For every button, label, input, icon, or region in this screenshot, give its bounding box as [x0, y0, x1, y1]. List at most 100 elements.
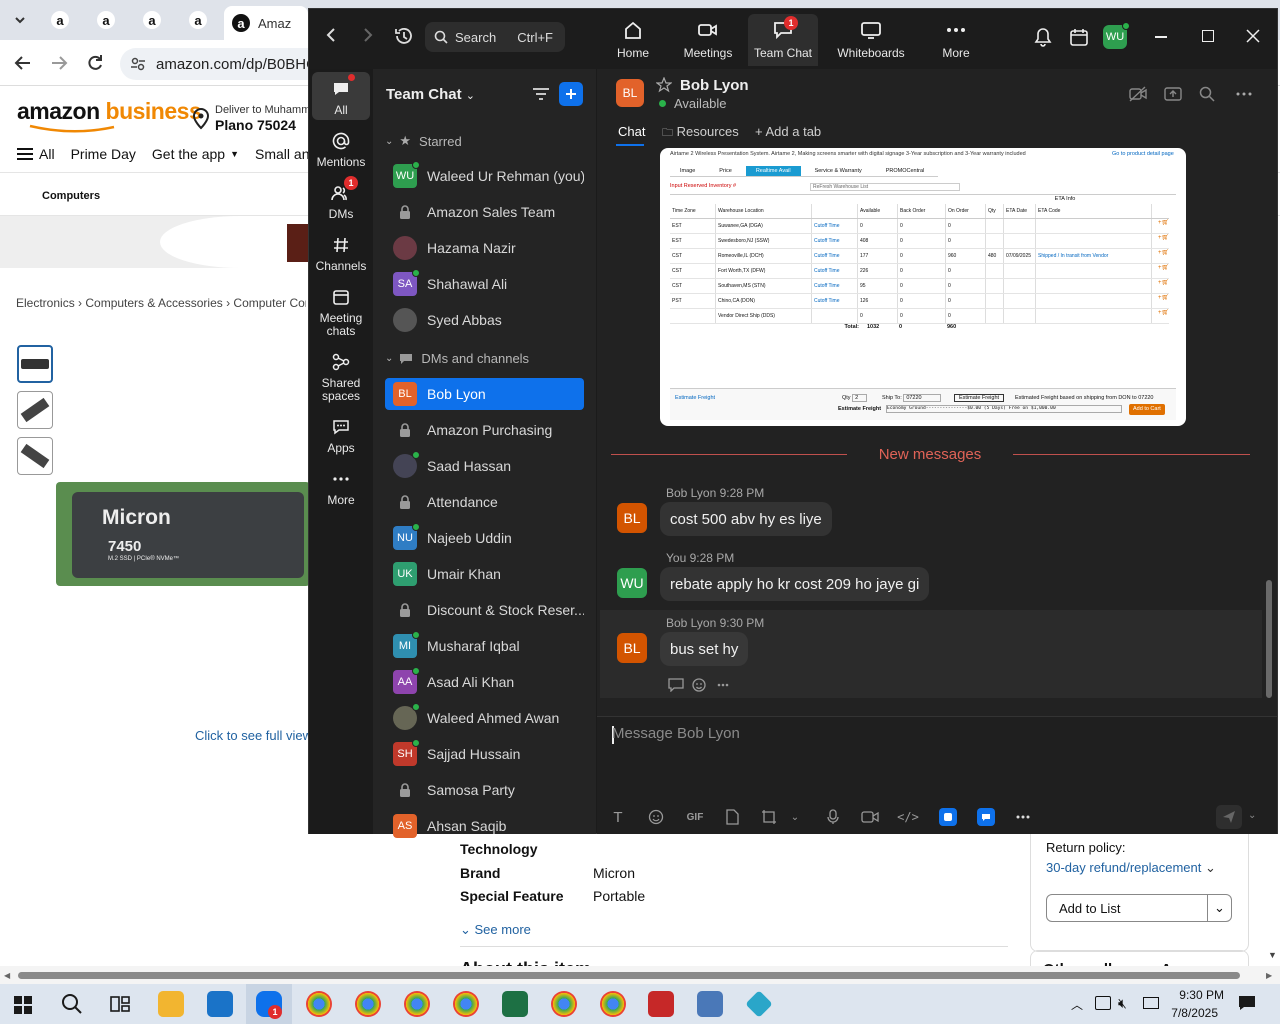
rail-shared-spaces[interactable]: Shared spaces [310, 351, 372, 403]
chat-list-item[interactable]: UK Umair Khan [385, 558, 584, 590]
close-icon[interactable] [1246, 29, 1260, 43]
message-input[interactable]: Message Bob Lyon [612, 725, 740, 742]
emoji-reaction-icon[interactable] [692, 677, 708, 693]
screenshot-icon[interactable] [760, 808, 778, 826]
add-to-list-button[interactable]: Add to List ⌄ [1046, 894, 1232, 922]
reload-icon[interactable] [86, 54, 104, 72]
user-avatar[interactable]: WU [1103, 22, 1130, 49]
tab-chat[interactable]: Chat [618, 124, 645, 139]
browser-tab[interactable]: a [180, 8, 216, 32]
more-icon[interactable] [1014, 808, 1032, 826]
chrome-icon[interactable] [355, 991, 381, 1017]
search-icon[interactable] [61, 993, 83, 1015]
chat-list-item[interactable]: Saad Hassan [385, 450, 584, 482]
gif-button[interactable]: GIF [684, 808, 706, 826]
maximize-icon[interactable] [1202, 30, 1214, 42]
nav-whiteboards[interactable]: Whiteboards [836, 14, 906, 66]
chrome-icon[interactable] [453, 991, 479, 1017]
microphone-icon[interactable] [824, 808, 842, 826]
message-bubble[interactable]: rebate apply ho kr cost 209 ho jaye gi [660, 567, 930, 601]
message-avatar[interactable]: WU [617, 568, 647, 598]
ad-banner[interactable] [0, 216, 320, 268]
nav-get-app[interactable]: Get the app [152, 146, 225, 162]
clock-time[interactable]: 9:30 PM [1160, 988, 1224, 1002]
shared-image[interactable]: Airtame 2 Wireless Presentation System. … [660, 148, 1186, 426]
speaker-muted-icon[interactable]: 🔇︎ [1118, 995, 1127, 1012]
chat-list-item[interactable]: NU Najeeb Uddin [385, 522, 584, 554]
chevron-down-icon[interactable]: ⌄ [786, 808, 804, 826]
chat-list-item[interactable]: BL Bob Lyon [385, 378, 584, 410]
chat-scrollbar[interactable] [1266, 580, 1272, 698]
app-icon[interactable] [977, 808, 995, 826]
filter-icon[interactable] [532, 87, 550, 101]
nav-home[interactable]: Home [608, 14, 658, 66]
chat-list-item[interactable]: AS Ahsan Saqib [385, 810, 584, 842]
browser-tab-active[interactable]: a Amaz [224, 6, 308, 40]
product-thumbnail[interactable] [17, 391, 53, 429]
network-icon[interactable] [1143, 997, 1159, 1009]
scroll-thumb[interactable] [18, 972, 1240, 979]
nav-prime-day[interactable]: Prime Day [71, 146, 136, 162]
chat-list-item[interactable]: Discount & Stock Reser... [385, 594, 584, 626]
chat-list-item[interactable]: WU Waleed Ur Rehman (you) [385, 160, 584, 192]
rail-meeting-chats[interactable]: Meeting chats [310, 286, 372, 338]
chat-list-item[interactable]: MI Musharaf Iqbal [385, 630, 584, 662]
emoji-icon[interactable] [647, 808, 665, 826]
tab-add[interactable]: + Add a tab [755, 124, 821, 139]
subnav-computers[interactable]: Computers [42, 190, 100, 202]
chat-list-item[interactable]: Amazon Sales Team [385, 196, 584, 228]
browser-tab[interactable]: a [134, 8, 170, 32]
chrome-icon[interactable] [404, 991, 430, 1017]
browser-tab[interactable]: a [42, 8, 78, 32]
text-format-icon[interactable]: T [609, 808, 627, 826]
nav-team-chat[interactable]: Team Chat 1 [748, 14, 818, 66]
crumb-computers[interactable]: Computers & Accessories [85, 296, 222, 310]
forward-icon[interactable] [361, 27, 375, 43]
deliver-location[interactable]: Plano 75024 [215, 117, 296, 133]
tab-list-button[interactable] [2, 8, 38, 32]
amazon-business-logo[interactable]: amazon business [17, 98, 202, 125]
back-icon[interactable] [14, 54, 32, 72]
windows-start-icon[interactable] [14, 996, 32, 1014]
scroll-right-arrow[interactable]: ▶ [1266, 971, 1272, 980]
site-info-icon[interactable] [130, 56, 146, 72]
message-bubble[interactable]: bus set hy [660, 632, 749, 666]
forward-icon[interactable] [50, 54, 68, 72]
rail-more[interactable]: More [310, 468, 372, 507]
horizontal-scrollbar[interactable]: ◀ ▶ [0, 966, 1280, 984]
action-center-icon[interactable] [1238, 995, 1256, 1011]
file-explorer-icon[interactable] [158, 991, 184, 1017]
nav-meetings[interactable]: Meetings [680, 14, 736, 66]
crumb-electronics[interactable]: Electronics [16, 296, 75, 310]
browser-tab[interactable]: a [88, 8, 124, 32]
chat-list-item[interactable]: Attendance [385, 486, 584, 518]
calculator-icon[interactable] [697, 991, 723, 1017]
share-screen-icon[interactable] [1164, 86, 1182, 102]
product-thumbnail[interactable] [17, 345, 53, 383]
excel-icon[interactable] [502, 991, 528, 1017]
contact-name[interactable]: Bob Lyon [680, 77, 749, 94]
reply-icon[interactable] [668, 678, 684, 692]
deliver-to-label[interactable]: Deliver to Muhammad [215, 104, 323, 116]
bell-icon[interactable] [1034, 27, 1052, 47]
crumb-components[interactable]: Computer Compon [233, 296, 306, 310]
chat-list-item[interactable]: AA Asad Ali Khan [385, 666, 584, 698]
starred-section-header[interactable]: ⌄ ★ Starred [385, 133, 462, 149]
chrome-icon[interactable] [600, 991, 626, 1017]
chat-list-item[interactable]: SH Sajjad Hussain [385, 738, 584, 770]
rail-channels[interactable]: Channels [310, 234, 372, 273]
message-bubble[interactable]: cost 500 abv hy es liye [660, 502, 832, 536]
outlook-icon[interactable] [207, 991, 233, 1017]
scroll-down-arrow[interactable]: ▼ [1268, 950, 1277, 960]
full-view-link[interactable]: Click to see full view [195, 728, 312, 743]
back-icon[interactable] [324, 27, 338, 43]
chat-list-item[interactable]: SA Shahawal Ali [385, 268, 584, 300]
search-input[interactable]: Search Ctrl+F [425, 22, 565, 52]
video-off-icon[interactable] [1129, 86, 1147, 102]
more-icon[interactable] [717, 683, 729, 687]
product-thumbnail[interactable] [17, 437, 53, 475]
hamburger-icon[interactable] [17, 147, 33, 161]
list-title[interactable]: Team Chat ⌄ [386, 86, 475, 103]
minimize-icon[interactable] [1155, 36, 1167, 38]
code-block-icon[interactable]: </> [897, 808, 919, 826]
